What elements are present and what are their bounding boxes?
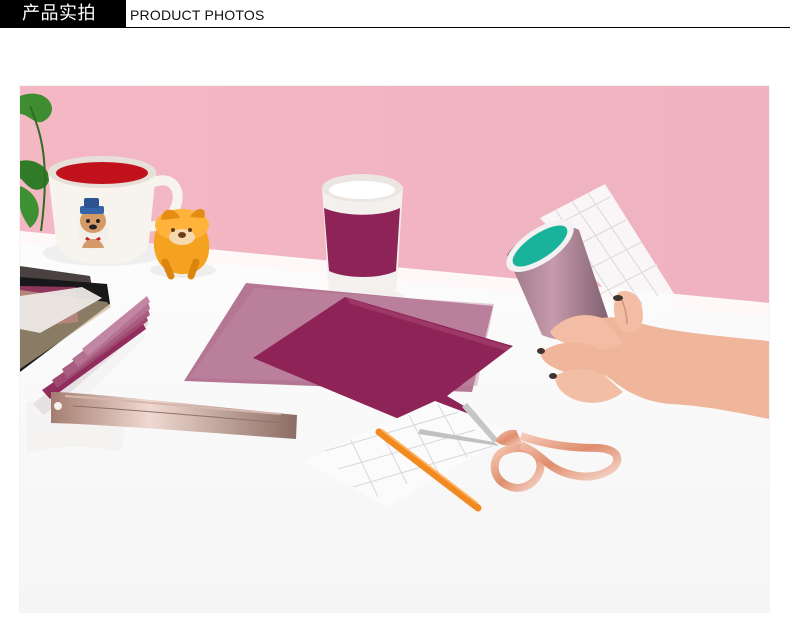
section-title-english: PRODUCT PHOTOS (130, 7, 265, 23)
section-title-chinese: 产品实拍 (0, 0, 126, 27)
product-photo-illustration (20, 86, 769, 612)
section-header: 产品实拍 PRODUCT PHOTOS (0, 0, 790, 28)
header-rule (0, 27, 790, 28)
orange-bulldog-figurine (150, 208, 216, 280)
magenta-sleeve-cup (321, 174, 405, 308)
product-photo (20, 86, 769, 612)
product-photos-page: 产品实拍 PRODUCT PHOTOS (0, 0, 790, 640)
